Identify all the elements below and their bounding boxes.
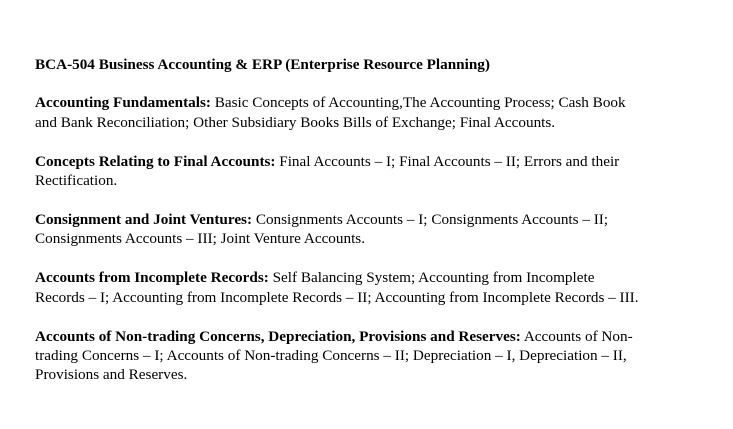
- section-accounting-fundamentals: Accounting Fundamentals: Basic Concepts …: [35, 93, 705, 132]
- section-line: Consignment and Joint Ventures: Consignm…: [35, 210, 705, 229]
- section-text: Basic Concepts of Accounting,The Account…: [214, 94, 626, 112]
- section-line: Accounts of Non-trading Concerns, Deprec…: [35, 327, 705, 346]
- section-final-accounts-concepts: Concepts Relating to Final Accounts: Fin…: [35, 152, 705, 191]
- section-consignment-joint-ventures: Consignment and Joint Ventures: Consignm…: [35, 210, 705, 249]
- section-text: Self Balancing System; Accounting from I…: [272, 269, 595, 287]
- section-heading: Consignment and Joint Ventures:: [35, 211, 253, 229]
- section-line: Provisions and Reserves.: [35, 366, 188, 384]
- section-line: Rectification.: [35, 172, 118, 190]
- section-heading: Accounts from Incomplete Records:: [35, 269, 269, 287]
- section-line: Records – I; Accounting from Incomplete …: [35, 288, 639, 306]
- section-line: trading Concerns – I; Accounts of Non-tr…: [35, 347, 627, 365]
- section-line: and Bank Reconciliation; Other Subsidiar…: [35, 113, 556, 131]
- section-line: Concepts Relating to Final Accounts: Fin…: [35, 152, 705, 171]
- section-text: Consignments Accounts – I; Consignments …: [255, 211, 609, 229]
- section-line: Consignments Accounts – III; Joint Ventu…: [35, 230, 366, 248]
- syllabus-document: BCA-504 Business Accounting & ERP (Enter…: [35, 55, 705, 404]
- section-incomplete-records: Accounts from Incomplete Records: Self B…: [35, 268, 705, 307]
- section-text: Accounts of Non-: [523, 327, 633, 345]
- section-non-trading-concerns: Accounts of Non-trading Concerns, Deprec…: [35, 327, 705, 385]
- section-text: Final Accounts – I; Final Accounts – II;…: [279, 152, 620, 170]
- section-line: Accounts from Incomplete Records: Self B…: [35, 268, 705, 287]
- section-line: Accounting Fundamentals: Basic Concepts …: [35, 93, 705, 112]
- section-heading: Accounts of Non-trading Concerns, Deprec…: [35, 327, 521, 345]
- section-heading: Accounting Fundamentals:: [35, 94, 211, 112]
- course-title: BCA-504 Business Accounting & ERP (Enter…: [35, 56, 490, 73]
- section-heading: Concepts Relating to Final Accounts:: [35, 152, 276, 170]
